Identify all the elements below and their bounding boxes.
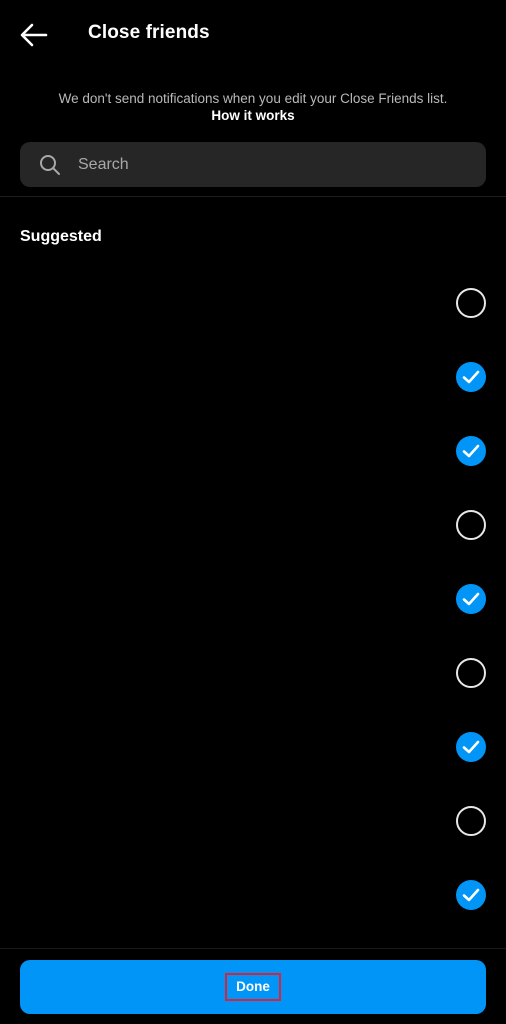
notice-text: We don't send notifications when you edi… (58, 91, 448, 106)
how-it-works-link[interactable]: How it works (211, 107, 294, 124)
list-item[interactable] (0, 562, 506, 636)
done-button[interactable]: Done (20, 960, 486, 1014)
search-input[interactable] (78, 142, 468, 187)
notice: We don't send notifications when you edi… (0, 90, 506, 124)
checkmark-icon (462, 444, 480, 458)
checkbox-checked[interactable] (456, 362, 486, 392)
checkbox-checked[interactable] (456, 732, 486, 762)
back-button[interactable] (12, 16, 56, 54)
list-item[interactable] (0, 340, 506, 414)
list-item[interactable] (0, 488, 506, 562)
friend-list (0, 266, 506, 932)
checkbox-unchecked[interactable] (456, 288, 486, 318)
list-item[interactable] (0, 710, 506, 784)
arrow-left-icon (20, 23, 48, 47)
list-item[interactable] (0, 414, 506, 488)
checkmark-icon (462, 592, 480, 606)
checkmark-icon (462, 370, 480, 384)
search-bar[interactable] (20, 142, 486, 187)
checkbox-checked[interactable] (456, 436, 486, 466)
done-button-label: Done (225, 973, 281, 1001)
checkbox-checked[interactable] (456, 584, 486, 614)
checkbox-checked[interactable] (456, 880, 486, 910)
checkmark-icon (462, 740, 480, 754)
divider (0, 196, 506, 197)
section-label-suggested: Suggested (20, 228, 102, 245)
list-item[interactable] (0, 784, 506, 858)
checkbox-unchecked[interactable] (456, 658, 486, 688)
divider (0, 948, 506, 949)
checkbox-unchecked[interactable] (456, 510, 486, 540)
header: Close friends (0, 0, 506, 70)
list-item[interactable] (0, 858, 506, 932)
list-item[interactable] (0, 266, 506, 340)
list-item[interactable] (0, 636, 506, 710)
search-icon (40, 155, 60, 175)
checkbox-unchecked[interactable] (456, 806, 486, 836)
checkmark-icon (462, 888, 480, 902)
page-title: Close friends (88, 22, 210, 43)
